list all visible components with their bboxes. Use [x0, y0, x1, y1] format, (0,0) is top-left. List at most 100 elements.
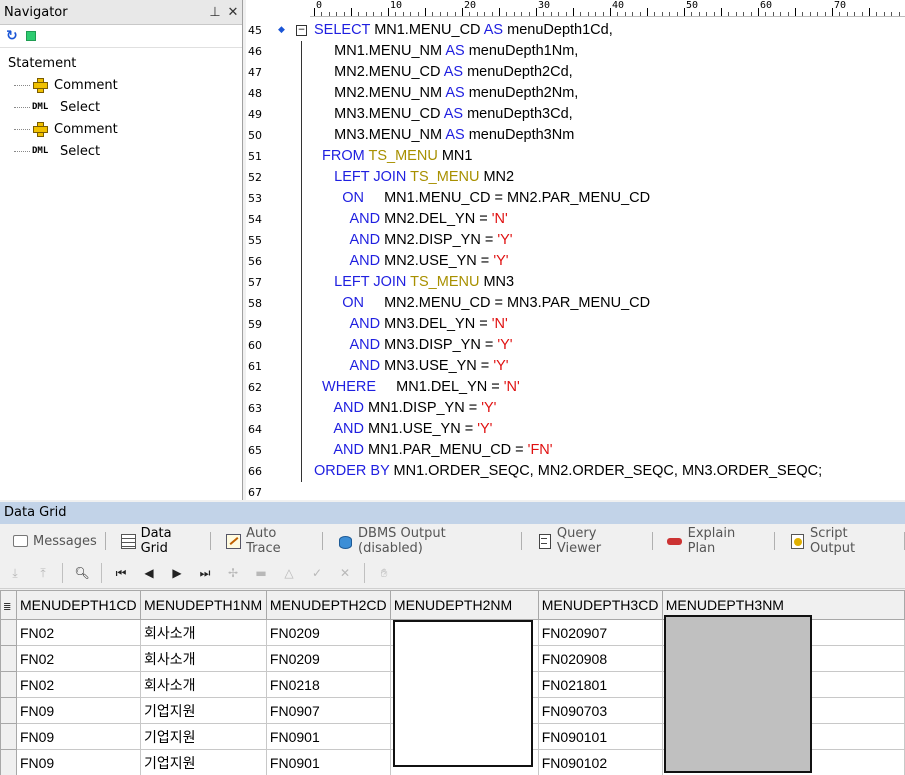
tree-item-select[interactable]: DML Select [8, 96, 242, 118]
table-cell[interactable]: FN090703 [537, 697, 663, 724]
code-line[interactable]: MN2.MENU_CD AS menuDepth2Cd, [314, 62, 573, 83]
row-header[interactable] [0, 697, 17, 724]
cancel-edit-icon[interactable]: ✕ [334, 562, 356, 584]
row-header[interactable] [0, 723, 17, 750]
code-line[interactable]: AND MN1.USE_YN = 'Y' [314, 419, 492, 440]
import-icon[interactable]: ⤓ [4, 562, 26, 584]
table-cell[interactable]: FN0901 [265, 749, 391, 775]
line-number: 66 [248, 465, 262, 478]
table-cell[interactable]: FN090102 [537, 749, 663, 775]
row-header[interactable] [0, 749, 17, 775]
code-line[interactable]: WHERE MN1.DEL_YN = 'N' [314, 377, 520, 398]
row-header[interactable] [0, 671, 17, 698]
first-record-icon[interactable]: ⏮︎ [110, 562, 132, 584]
column-header[interactable]: MENUDEPTH1NM [139, 590, 267, 620]
code-line[interactable]: SELECT MN1.MENU_CD AS menuDepth1Cd, [314, 20, 613, 41]
table-cell[interactable]: FN02 [15, 645, 141, 672]
code-line[interactable]: MN3.MENU_CD AS menuDepth3Cd, [314, 104, 573, 125]
ruler-tick [573, 8, 574, 16]
table-cell[interactable]: 기업지원 [139, 723, 267, 750]
next-record-icon[interactable]: ▶ [166, 562, 188, 584]
code-line[interactable]: ON MN2.MENU_CD = MN3.PAR_MENU_CD [314, 293, 650, 314]
code-line[interactable]: AND MN3.DEL_YN = 'N' [314, 314, 507, 335]
code-line[interactable]: FROM TS_MENU MN1 [314, 146, 472, 167]
table-cell[interactable]: 기업지원 [139, 697, 267, 724]
table-cell[interactable]: FN020907 [537, 619, 663, 646]
column-header[interactable]: MENUDEPTH1CD [15, 590, 141, 620]
sql-string: 'Y' [493, 253, 509, 269]
table-cell[interactable]: FN0218 [265, 671, 391, 698]
tree-item-comment[interactable]: Comment [8, 118, 242, 140]
table-cell[interactable]: 회사소개 [139, 671, 267, 698]
table-cell[interactable]: FN02 [15, 619, 141, 646]
code-line[interactable]: MN2.MENU_NM AS menuDepth2Nm, [314, 83, 578, 104]
column-header[interactable]: MENUDEPTH3CD [537, 590, 663, 620]
table-cell[interactable]: FN09 [15, 723, 141, 750]
status-icon[interactable] [25, 31, 36, 41]
tab-query-viewer[interactable]: Query Viewer [530, 526, 659, 556]
tab-auto-trace[interactable]: Auto Trace [219, 526, 329, 556]
fold-guide [301, 335, 302, 356]
refresh-icon[interactable]: ↻ [6, 28, 18, 44]
tree-root-statement[interactable]: Statement [8, 54, 242, 74]
table-cell[interactable]: 기업지원 [139, 749, 267, 775]
export-icon[interactable]: ⤒ [32, 562, 54, 584]
post-edit-icon[interactable]: ✓ [306, 562, 328, 584]
close-icon[interactable]: ✕ [224, 5, 242, 20]
column-header[interactable]: MENUDEPTH2NM [389, 590, 539, 620]
code-line[interactable]: AND MN3.USE_YN = 'Y' [314, 356, 508, 377]
code-line[interactable]: AND MN2.DEL_YN = 'N' [314, 209, 507, 230]
last-record-icon[interactable]: ⏭︎ [194, 562, 216, 584]
table-cell[interactable]: FN0901 [265, 723, 391, 750]
fold-guide [301, 167, 302, 188]
table-cell[interactable]: FN0209 [265, 645, 391, 672]
table-cell[interactable]: FN020908 [537, 645, 663, 672]
ruler-tick [832, 8, 833, 16]
pin-icon[interactable]: ⊥ [206, 5, 224, 20]
table-cell[interactable]: FN0209 [265, 619, 391, 646]
code-line[interactable]: AND MN1.PAR_MENU_CD = 'FN' [314, 440, 552, 461]
code-line[interactable]: LEFT JOIN TS_MENU MN2 [314, 167, 514, 188]
fold-collapse-icon[interactable]: − [296, 25, 307, 36]
tab-data-grid[interactable]: Data Grid [114, 526, 218, 556]
code-line[interactable]: AND MN1.DISP_YN = 'Y' [314, 398, 496, 419]
row-header-corner[interactable]: ≣ [0, 590, 17, 620]
table-cell[interactable]: FN09 [15, 697, 141, 724]
code-line[interactable]: ORDER BY MN1.ORDER_SEQC, MN2.ORDER_SEQC,… [314, 461, 822, 482]
line-number: 46 [248, 45, 262, 58]
sql-keyword: AND [314, 337, 385, 353]
code-line[interactable]: ON MN1.MENU_CD = MN2.PAR_MENU_CD [314, 188, 650, 209]
insert-record-icon[interactable]: ✢ [222, 562, 244, 584]
code-line[interactable]: LEFT JOIN TS_MENU MN3 [314, 272, 514, 293]
table-cell[interactable]: FN090101 [537, 723, 663, 750]
table-cell[interactable]: 회사소개 [139, 645, 267, 672]
table-cell[interactable]: FN09 [15, 749, 141, 775]
code-line[interactable]: AND MN2.DISP_YN = 'Y' [314, 230, 512, 251]
tree-item-select[interactable]: DML Select [8, 140, 242, 162]
code-line[interactable]: AND MN2.USE_YN = 'Y' [314, 251, 509, 272]
table-cell[interactable]: FN02 [15, 671, 141, 698]
table-cell[interactable]: 회사소개 [139, 619, 267, 646]
hand-icon[interactable]: ✋︎ [373, 562, 395, 584]
tab-script-output[interactable]: Script Output [783, 526, 905, 556]
column-header[interactable]: MENUDEPTH2CD [265, 590, 391, 620]
sql-keyword: LEFT JOIN [314, 169, 411, 185]
edit-record-icon[interactable]: △ [278, 562, 300, 584]
tree-item-comment[interactable]: Comment [8, 74, 242, 96]
row-header[interactable] [0, 645, 17, 672]
delete-record-icon[interactable]: ▬ [250, 562, 272, 584]
sql-editor[interactable]: 0 10 20 30 40 50 60 70 45 ◆ − 46 47 48 49 50 51 52 53 54 55… [246, 0, 905, 500]
code-area[interactable]: SELECT MN1.MENU_CD AS menuDepth1Cd, MN1.… [310, 16, 905, 500]
tab-dbms-output-disabled[interactable]: DBMS Output (disabled) [331, 526, 528, 556]
prev-record-icon[interactable]: ◀ [138, 562, 160, 584]
tab-messages[interactable]: Messages [6, 529, 112, 553]
code-line[interactable]: AND MN3.DISP_YN = 'Y' [314, 335, 512, 356]
row-header[interactable] [0, 619, 17, 646]
tab-explain-plan[interactable]: Explain Plan [661, 526, 781, 556]
find-icon[interactable]: 🔍︎ [71, 562, 93, 584]
table-cell[interactable]: FN021801 [537, 671, 663, 698]
code-line[interactable]: MN3.MENU_NM AS menuDepth3Nm [314, 125, 574, 146]
sql-table-name: TS_MENU [368, 148, 438, 164]
table-cell[interactable]: FN0907 [265, 697, 391, 724]
code-line[interactable]: MN1.MENU_NM AS menuDepth1Nm, [314, 41, 578, 62]
